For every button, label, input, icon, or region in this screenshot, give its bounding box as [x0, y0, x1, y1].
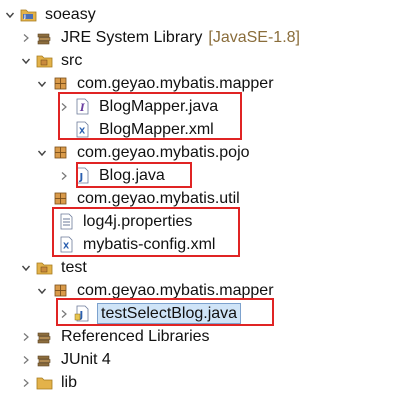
test-package-mapper-label: com.geyao.mybatis.mapper [77, 281, 274, 299]
source-folder-icon [36, 259, 53, 276]
chevron-right-icon[interactable] [20, 352, 32, 368]
package-icon [52, 282, 69, 299]
tree-item-project[interactable]: J soeasy [4, 3, 98, 26]
folder-icon [36, 374, 53, 391]
library-icon [36, 328, 53, 345]
library-icon [36, 351, 53, 368]
chevron-right-icon[interactable] [20, 30, 32, 46]
tree-item-mybatis-config[interactable]: X mybatis-config.xml [58, 233, 217, 256]
tree-item-referenced-libraries[interactable]: Referenced Libraries [20, 325, 212, 348]
tree-item-package-util[interactable]: com.geyao.mybatis.util [52, 187, 242, 210]
tree-item-junit[interactable]: JUnit 4 [20, 348, 113, 371]
chevron-down-icon[interactable] [20, 260, 32, 276]
tree-item-test[interactable]: test [20, 256, 89, 279]
svg-text:X: X [79, 127, 86, 136]
svg-text:X: X [63, 242, 70, 251]
test-select-blog-label: testSelectBlog.java [97, 303, 242, 324]
blog-mapper-java-label: BlogMapper.java [99, 97, 219, 115]
tree-item-log4j-properties[interactable]: log4j.properties [58, 210, 194, 233]
java-class-icon: J [74, 167, 91, 184]
properties-file-icon [58, 213, 75, 230]
jre-library-label: JRE System Library [61, 28, 203, 46]
junit-label: JUnit 4 [61, 350, 111, 368]
chevron-right-icon[interactable] [20, 329, 32, 345]
package-icon [52, 190, 69, 207]
junit-test-icon: J [74, 305, 91, 322]
log4j-properties-label: log4j.properties [83, 212, 193, 230]
svg-text:J: J [79, 172, 84, 183]
source-folder-icon [36, 52, 53, 69]
tree-item-package-mapper[interactable]: com.geyao.mybatis.mapper [36, 72, 276, 95]
chevron-down-icon[interactable] [36, 283, 48, 299]
package-pojo-label: com.geyao.mybatis.pojo [77, 143, 250, 161]
test-label: test [61, 258, 87, 276]
package-icon [52, 144, 69, 161]
package-util-label: com.geyao.mybatis.util [77, 189, 240, 207]
java-interface-icon: I [74, 98, 91, 115]
tree-item-jre-library[interactable]: JRE System Library [JavaSE-1.8] [20, 26, 300, 49]
src-label: src [61, 51, 83, 69]
blog-mapper-xml-label: BlogMapper.xml [99, 120, 214, 138]
blog-java-label: Blog.java [99, 166, 165, 184]
chevron-down-icon[interactable] [4, 7, 16, 23]
chevron-right-icon[interactable] [20, 375, 32, 391]
chevron-right-icon[interactable] [58, 99, 70, 115]
chevron-right-icon[interactable] [58, 168, 70, 184]
tree-item-test-package-mapper[interactable]: com.geyao.mybatis.mapper [36, 279, 276, 302]
tree-item-blog-java[interactable]: J Blog.java [58, 164, 167, 187]
chevron-down-icon[interactable] [36, 145, 48, 161]
tree-item-blog-mapper-xml[interactable]: X BlogMapper.xml [74, 118, 216, 141]
xml-file-icon: X [74, 121, 91, 138]
mybatis-config-label: mybatis-config.xml [83, 235, 216, 253]
library-icon [36, 29, 53, 46]
package-icon [52, 75, 69, 92]
tree-item-test-select-blog[interactable]: J testSelectBlog.java [58, 302, 242, 325]
chevron-down-icon[interactable] [20, 53, 32, 69]
svg-text:I: I [79, 103, 85, 114]
tree-item-src[interactable]: src [20, 49, 84, 72]
svg-text:J: J [23, 14, 26, 20]
package-mapper-label: com.geyao.mybatis.mapper [77, 74, 274, 92]
xml-file-icon: X [58, 236, 75, 253]
project-label: soeasy [45, 5, 96, 23]
tree-item-blog-mapper-java[interactable]: I BlogMapper.java [58, 95, 220, 118]
tree-item-lib[interactable]: lib [20, 371, 79, 394]
lib-label: lib [61, 373, 78, 391]
project-icon: J [20, 6, 37, 23]
referenced-libraries-label: Referenced Libraries [61, 327, 210, 345]
tree-item-package-pojo[interactable]: com.geyao.mybatis.pojo [36, 141, 252, 164]
chevron-right-icon[interactable] [58, 306, 70, 322]
package-explorer-tree: J soeasy JRE System Library [JavaSE-1.8] [0, 0, 416, 404]
jre-version-decoration: [JavaSE-1.8] [208, 28, 300, 46]
chevron-down-icon[interactable] [36, 76, 48, 92]
